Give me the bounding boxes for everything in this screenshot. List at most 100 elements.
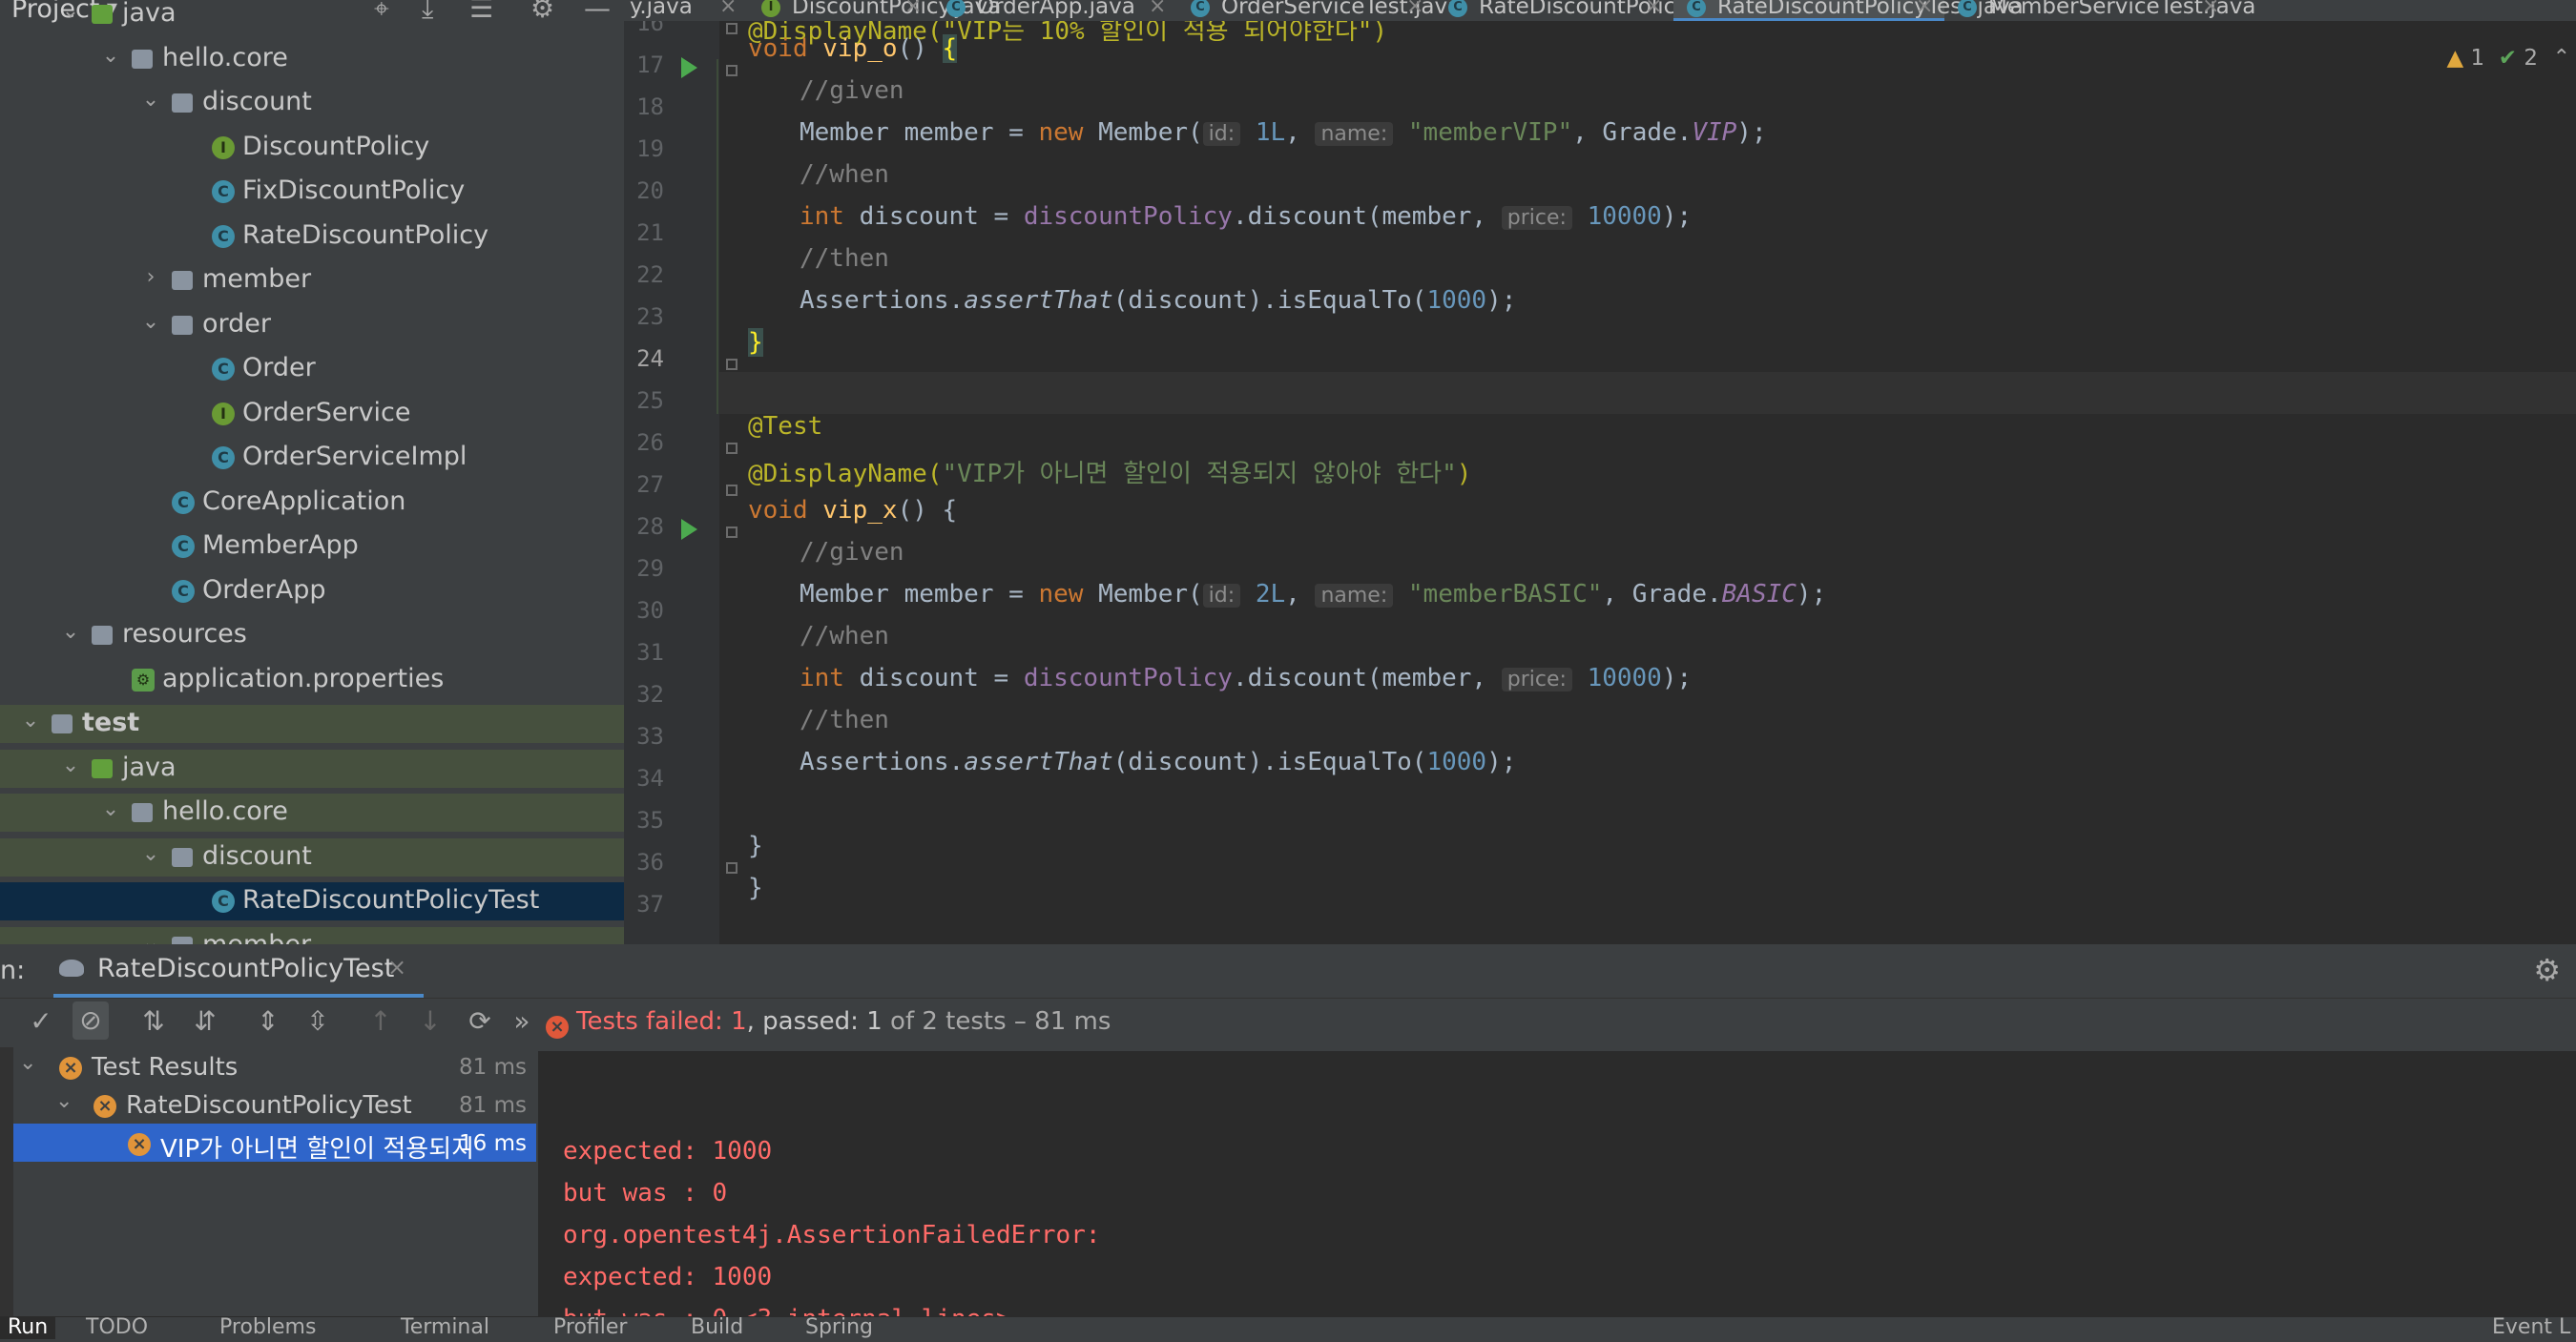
chevron-down-icon[interactable]: ⌄ — [101, 797, 120, 821]
run-tab[interactable]: RateDiscountPolicyTest × — [53, 944, 424, 998]
console-output[interactable]: expected: 1000 but was : 0 org.opentest4… — [538, 1051, 2576, 1316]
show-ignored-icon[interactable]: ⊘ — [73, 1001, 109, 1040]
run-test-icon[interactable] — [681, 57, 697, 78]
chevron-down-icon[interactable]: ⌄ — [55, 1089, 73, 1113]
code-editor[interactable]: 16 17 18 19 20 21 22 23 24 25 26 27 28 29 30 31 32 33 34 35… — [624, 21, 2576, 944]
fold-marker-icon[interactable] — [726, 526, 737, 538]
gear-icon[interactable]: ⚙ — [2533, 952, 2561, 988]
tree-item[interactable]: › member — [0, 261, 624, 299]
class-icon: C — [1448, 0, 1467, 17]
chevron-down-icon[interactable]: ⌄ — [141, 88, 160, 112]
tool-build[interactable]: Build — [691, 1317, 743, 1339]
close-icon[interactable]: × — [387, 954, 406, 981]
close-icon[interactable]: × — [1406, 0, 1423, 18]
editor-tab[interactable]: y.java × — [624, 0, 748, 21]
rerun-icon[interactable]: ⟳ — [462, 1005, 498, 1037]
tree-item[interactable]: C CoreApplication — [0, 484, 624, 522]
editor-tab[interactable]: C OrderApp.java × — [933, 0, 1177, 21]
close-icon[interactable]: × — [2202, 0, 2219, 18]
fold-marker-icon[interactable] — [726, 485, 737, 496]
close-icon[interactable]: × — [1149, 0, 1166, 18]
close-icon[interactable]: × — [1916, 0, 1933, 18]
tree-item[interactable]: ⌄ discount — [0, 837, 624, 877]
chevron-down-icon[interactable]: ⌄ — [61, 0, 80, 23]
fold-marker-icon[interactable] — [726, 65, 737, 76]
chevron-up-icon[interactable]: ⌃ — [2553, 46, 2570, 70]
line-number: 27 — [636, 471, 664, 498]
fail-icon: × — [93, 1095, 116, 1118]
tool-todo[interactable]: TODO — [86, 1317, 148, 1339]
code-line-31: //when — [800, 622, 889, 650]
tree-item[interactable]: ⌄ hello.core — [0, 40, 624, 78]
chevron-down-icon[interactable]: ⌄ — [141, 310, 160, 334]
editor-tab[interactable]: C MemberServiceTest.java × — [1944, 0, 2255, 21]
more-icon[interactable]: » — [504, 1005, 540, 1037]
editor-tab[interactable]: C RateDiscountPolicyTest.java × — [1673, 0, 2024, 21]
fold-marker-icon[interactable] — [726, 359, 737, 370]
editor-tab[interactable]: I DiscountPolicy.java × — [748, 0, 1001, 21]
close-icon[interactable]: × — [719, 0, 737, 18]
editor-tab[interactable]: C RateDiscountPolicy.java × — [1435, 0, 1738, 21]
tool-terminal[interactable]: Terminal — [401, 1317, 489, 1339]
test-results-root[interactable]: ⌄ × Test Results 81 ms — [13, 1047, 536, 1085]
inspection-widget[interactable]: ▲ 1 ✔ 2 — [2446, 46, 2538, 71]
properties-file-icon: ⚙ — [132, 668, 155, 692]
tree-item[interactable]: C OrderApp — [0, 572, 624, 610]
editor-tab[interactable]: C OrderServiceTest.java × — [1177, 0, 1461, 21]
fold-marker-icon[interactable] — [726, 443, 737, 454]
tree-item-label: CoreApplication — [202, 485, 406, 516]
tree-item[interactable]: C RateDiscountPolicyTest — [0, 882, 624, 920]
tree-item[interactable]: C RateDiscountPolicy — [0, 217, 624, 256]
chevron-down-icon[interactable]: ⌄ — [141, 931, 160, 945]
fold-marker-icon[interactable] — [726, 862, 737, 874]
tree-item[interactable]: ⚙ application.properties — [0, 661, 624, 699]
tool-problems[interactable]: Problems — [219, 1317, 316, 1339]
show-passed-icon[interactable]: ✓ — [23, 1005, 59, 1037]
tool-event-log[interactable]: Event L — [2492, 1317, 2570, 1339]
next-failed-icon[interactable]: ↓ — [412, 1005, 448, 1037]
test-method-row[interactable]: × VIP가 아니면 할인이 적용되지 16 ms — [13, 1124, 536, 1164]
tree-item[interactable]: C MemberApp — [0, 527, 624, 566]
tool-run[interactable]: Run — [0, 1317, 56, 1339]
tree-item[interactable]: ⌄ member — [0, 926, 624, 945]
close-icon[interactable]: × — [1645, 0, 1662, 18]
tree-item[interactable]: C Order — [0, 350, 624, 388]
application-class-icon: C — [172, 535, 195, 558]
test-class-row[interactable]: ⌄ × RateDiscountPolicyTest 81 ms — [13, 1085, 536, 1124]
tree-item-label: java — [122, 0, 177, 28]
tree-item[interactable]: I OrderService — [0, 395, 624, 433]
test-status-summary: × Tests failed: 1, passed: 1 of 2 tests –… — [546, 1007, 1111, 1039]
code-line-21: int discount = discountPolicy.discount(m… — [800, 202, 1693, 231]
tree-item[interactable]: ⌄ order — [0, 306, 624, 344]
tree-item[interactable]: ⌄ discount — [0, 84, 624, 122]
sort-duration-icon[interactable]: ⇵ — [187, 1005, 223, 1037]
close-icon[interactable]: × — [904, 0, 922, 18]
tree-item-label: java — [122, 752, 177, 782]
tree-item[interactable]: ⌄ java — [0, 0, 624, 33]
tree-item[interactable]: C OrderServiceImpl — [0, 439, 624, 477]
chevron-right-icon[interactable]: › — [141, 265, 160, 289]
line-number: 21 — [636, 219, 664, 246]
sort-alpha-icon[interactable]: ⇅ — [135, 1005, 172, 1037]
run-test-icon[interactable] — [681, 519, 697, 540]
chevron-down-icon[interactable]: ⌄ — [21, 709, 40, 733]
tree-item[interactable]: ⌄ resources — [0, 616, 624, 654]
previous-failed-icon[interactable]: ↑ — [363, 1005, 399, 1037]
fold-marker-icon[interactable] — [726, 23, 737, 34]
tree-item[interactable]: ⌄ java — [0, 749, 624, 788]
collapse-all-icon[interactable]: ⇳ — [300, 1005, 336, 1037]
code-line-34: Assertions.assertThat(discount).isEqualT… — [800, 748, 1517, 776]
chevron-down-icon[interactable]: ⌄ — [19, 1051, 36, 1075]
chevron-down-icon[interactable]: ⌄ — [61, 620, 80, 644]
tree-item[interactable]: ⌄ hello.core — [0, 794, 624, 832]
chevron-down-icon[interactable]: ⌄ — [141, 842, 160, 866]
tree-item[interactable]: I DiscountPolicy — [0, 129, 624, 167]
tree-item[interactable]: C FixDiscountPolicy — [0, 173, 624, 211]
chevron-down-icon[interactable]: ⌄ — [101, 44, 120, 68]
tree-item[interactable]: ⌄ test — [0, 705, 624, 743]
chevron-down-icon[interactable]: ⌄ — [61, 754, 80, 777]
class-icon: C — [212, 358, 235, 381]
tool-profiler[interactable]: Profiler — [553, 1317, 627, 1339]
expand-all-icon[interactable]: ⇕ — [250, 1005, 286, 1037]
tool-spring[interactable]: Spring — [805, 1317, 873, 1339]
